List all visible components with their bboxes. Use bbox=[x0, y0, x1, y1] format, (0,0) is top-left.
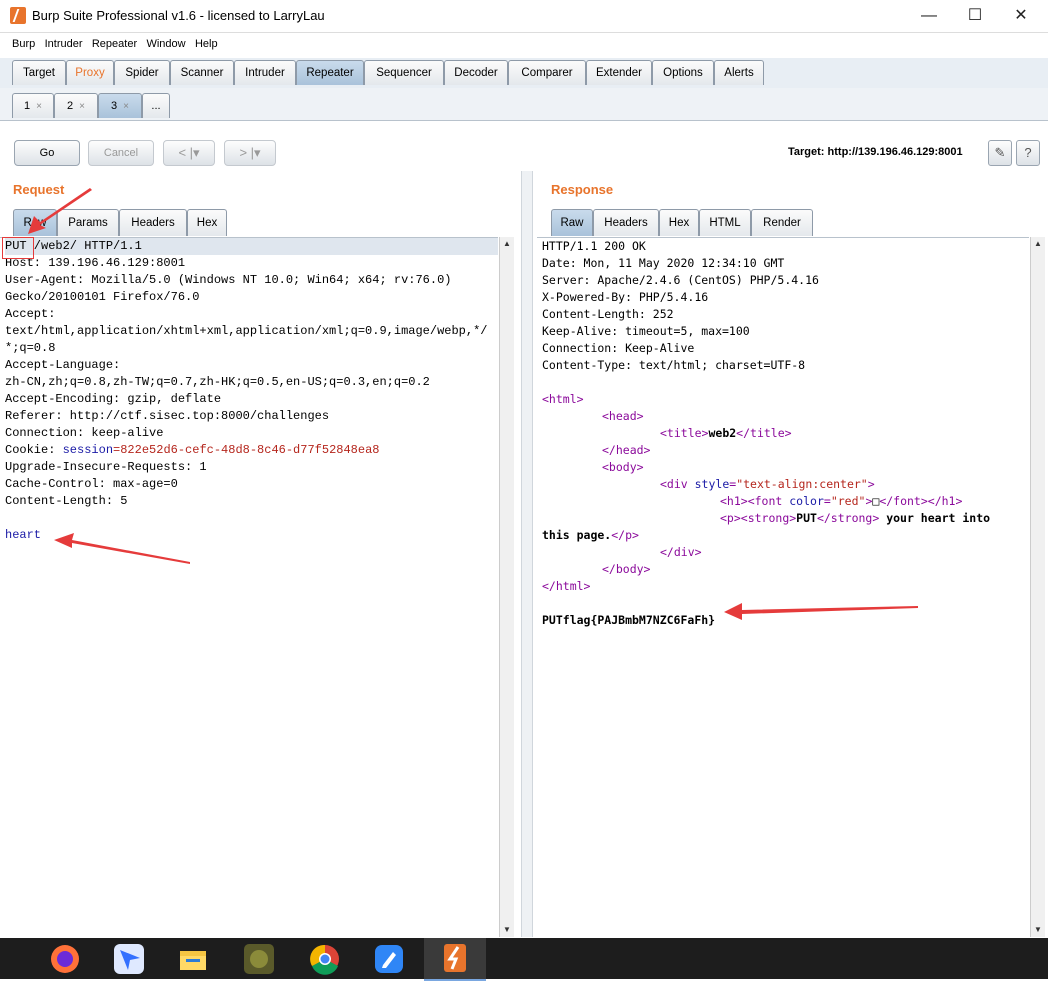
tab-decoder[interactable]: Decoder bbox=[444, 60, 508, 85]
repeater-tab-1[interactable]: 1 × bbox=[12, 93, 54, 118]
chrome-icon[interactable] bbox=[308, 942, 342, 976]
cancel-button[interactable]: Cancel bbox=[88, 140, 154, 166]
tab-comparer[interactable]: Comparer bbox=[508, 60, 586, 85]
tab-intruder[interactable]: Intruder bbox=[234, 60, 296, 85]
menu-window[interactable]: Window bbox=[143, 34, 188, 50]
burp-logo-icon bbox=[10, 7, 26, 24]
close-tab-icon[interactable]: × bbox=[79, 101, 85, 112]
window-title: Burp Suite Professional v1.6 - licensed … bbox=[32, 8, 325, 23]
repeater-subtabs: 1 × 2 × 3 × ... bbox=[0, 88, 1048, 121]
scroll-down-icon[interactable]: ▼ bbox=[1031, 923, 1045, 937]
scroll-down-icon[interactable]: ▼ bbox=[500, 923, 514, 937]
repeater-tab-label: 2 bbox=[67, 100, 74, 112]
menu-bar: Burp Intruder Repeater Window Help bbox=[0, 34, 1048, 56]
forward-button[interactable]: > |▾ bbox=[224, 140, 276, 166]
tab-alerts[interactable]: Alerts bbox=[714, 60, 764, 85]
tab-sequencer[interactable]: Sequencer bbox=[364, 60, 444, 85]
go-button[interactable]: Go bbox=[14, 140, 80, 166]
target-label: Target: http://139.196.46.129:8001 bbox=[788, 146, 963, 158]
repeater-tab-2[interactable]: 2 × bbox=[54, 93, 98, 118]
menu-help[interactable]: Help bbox=[192, 34, 221, 50]
arrow-to-flag bbox=[724, 603, 918, 620]
feishu-icon[interactable] bbox=[112, 942, 146, 976]
app-icon[interactable] bbox=[242, 942, 276, 976]
menu-repeater[interactable]: Repeater bbox=[89, 34, 140, 50]
taskbar-overflow-icon[interactable] bbox=[0, 942, 14, 976]
back-button[interactable]: < |▾ bbox=[163, 140, 215, 166]
tab-options[interactable]: Options bbox=[652, 60, 714, 85]
repeater-tab-label: 1 bbox=[24, 100, 31, 112]
tab-scanner[interactable]: Scanner bbox=[170, 60, 234, 85]
tab-extender[interactable]: Extender bbox=[586, 60, 652, 85]
close-button[interactable]: ✕ bbox=[998, 4, 1044, 28]
title-bar: Burp Suite Professional v1.6 - licensed … bbox=[0, 0, 1048, 33]
repeater-tab-label: 3 bbox=[111, 100, 118, 112]
main-tabs: Target Proxy Spider Scanner Intruder Rep… bbox=[0, 58, 1048, 88]
tab-repeater[interactable]: Repeater bbox=[296, 60, 364, 85]
file-explorer-icon[interactable] bbox=[176, 942, 210, 976]
notes-icon[interactable] bbox=[372, 942, 406, 976]
edit-target-icon[interactable]: ✎ bbox=[988, 140, 1012, 166]
help-icon[interactable]: ? bbox=[1016, 140, 1040, 166]
tab-spider[interactable]: Spider bbox=[114, 60, 170, 85]
firefox-icon[interactable] bbox=[48, 942, 82, 976]
repeater-tab-3[interactable]: 3 × bbox=[98, 93, 142, 118]
minimize-button[interactable]: — bbox=[906, 4, 952, 28]
close-tab-icon[interactable]: × bbox=[36, 101, 42, 112]
tab-proxy[interactable]: Proxy bbox=[66, 60, 114, 85]
menu-burp[interactable]: Burp bbox=[9, 34, 38, 50]
tab-target[interactable]: Target bbox=[12, 60, 66, 85]
burp-taskbar-icon[interactable] bbox=[424, 938, 486, 981]
close-tab-icon[interactable]: × bbox=[123, 101, 129, 112]
maximize-button[interactable]: ☐ bbox=[952, 4, 998, 28]
windows-taskbar bbox=[0, 938, 1048, 981]
arrow-to-body bbox=[54, 533, 190, 564]
menu-intruder[interactable]: Intruder bbox=[42, 34, 86, 50]
arrow-to-method bbox=[28, 188, 92, 234]
new-repeater-tab[interactable]: ... bbox=[142, 93, 170, 118]
annotation-arrows bbox=[28, 188, 918, 620]
